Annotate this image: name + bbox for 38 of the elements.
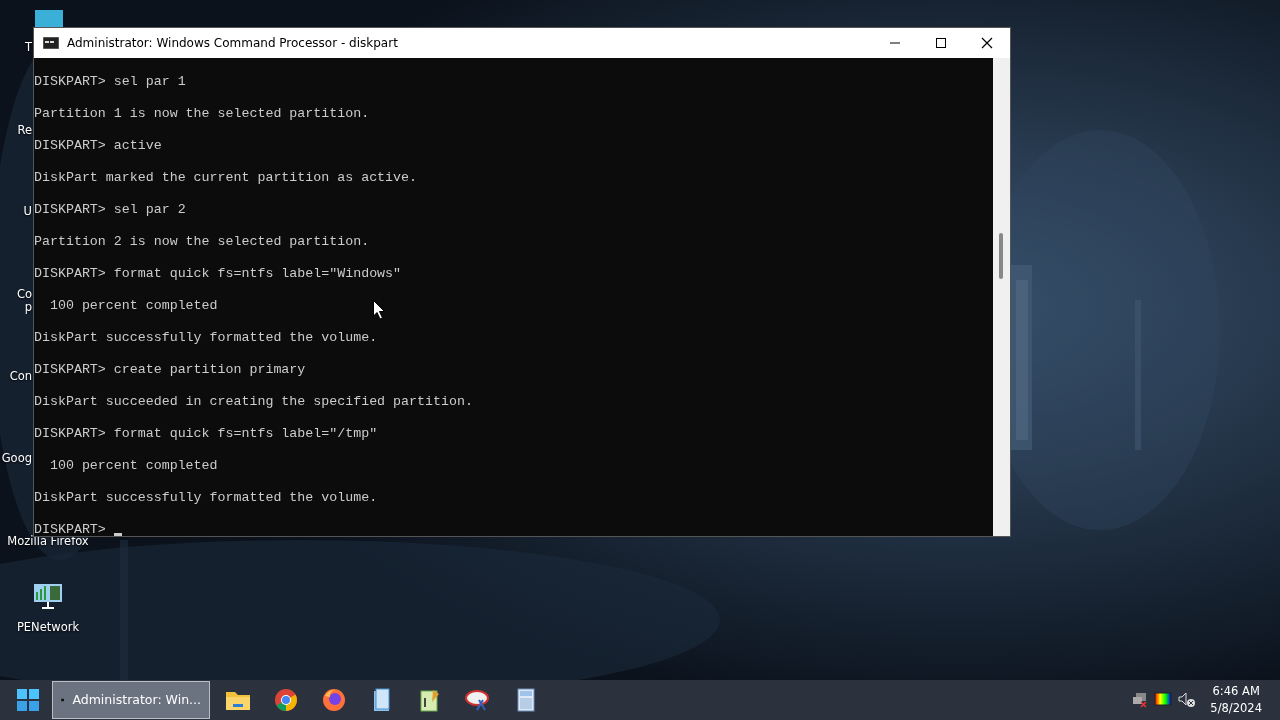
console-line: 100 percent completed	[48, 298, 218, 314]
windows-logo-icon	[17, 689, 39, 711]
console-line: DiskPart succeeded in creating the specified partition.	[34, 394, 473, 410]
scrollbar-thumb[interactable]	[999, 233, 1003, 279]
taskbar-task[interactable]: Administrator: Win...	[52, 681, 210, 719]
console-line: DISKPART> create partition primary	[34, 362, 306, 378]
console-line: DiskPart successfully formatted the volume.	[34, 330, 378, 346]
desktop-icon-label[interactable]: U	[23, 205, 32, 218]
volume-muted-icon[interactable]	[1178, 692, 1197, 708]
console-line: DISKPART>	[34, 522, 122, 538]
time-text: 6:46 AM	[1211, 683, 1261, 700]
desktop-icon-label[interactable]: Re	[17, 124, 32, 137]
console-line: DISKPART> format quick fs=ntfs label="Windows"	[34, 266, 402, 282]
desktop-icon-label[interactable]: PENetwork	[16, 621, 80, 634]
console-line: 100 percent completed	[48, 458, 218, 474]
date-text: 5/8/2024	[1210, 700, 1262, 717]
desktop-icon-label[interactable]: Con	[9, 370, 32, 383]
console-line: DISKPART> sel par 1	[34, 74, 186, 90]
display-color-icon[interactable]	[1154, 692, 1173, 708]
console-line: DiskPart successfully formatted the volume.	[34, 490, 378, 506]
text-cursor	[113, 533, 122, 536]
maximize-icon	[936, 38, 946, 48]
console-line: Partition 2 is now the selected partition.	[34, 234, 370, 250]
window-title: Administrator: Windows Command Processor - diskpart	[67, 35, 398, 52]
console-line: DISKPART> format quick fs=ntfs label="/tmp"	[34, 426, 378, 442]
scrollbar[interactable]	[993, 58, 1010, 536]
console-line: DISKPART> active	[34, 138, 162, 154]
network-icon[interactable]	[33, 583, 63, 611]
console-line: DiskPart marked the current partition as active.	[34, 170, 417, 186]
desktop-icon-label[interactable]: Co p	[16, 288, 32, 314]
clock[interactable]: 6:46 AM 5/8/2024	[1210, 683, 1262, 717]
console-icon	[43, 37, 59, 49]
console-line: Partition 1 is now the selected partition.	[34, 106, 370, 122]
close-icon	[981, 37, 993, 49]
console-line: DISKPART> sel par 2	[34, 202, 186, 218]
desktop-icon-label[interactable]: T	[24, 41, 32, 54]
desktop-icon-label[interactable]: Goog	[1, 452, 32, 465]
mouse-pointer-icon	[373, 300, 385, 320]
